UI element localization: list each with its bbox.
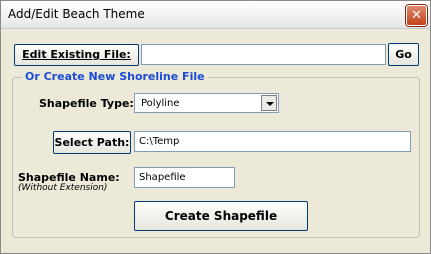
add-edit-beach-theme-dialog: Add/Edit Beach Theme ✕ Edit Existing Fil… bbox=[0, 0, 431, 254]
shapefile-name-input[interactable]: Shapefile bbox=[134, 167, 235, 188]
path-input[interactable]: C:\Temp bbox=[134, 131, 411, 152]
close-icon[interactable]: ✕ bbox=[406, 5, 427, 26]
shapefile-type-select[interactable]: Polyline bbox=[134, 93, 279, 113]
edit-existing-file-button[interactable]: Edit Existing File: bbox=[14, 44, 139, 66]
shapefile-type-value: Polyline bbox=[141, 98, 180, 109]
shapefile-name-sublabel: (Without Extension) bbox=[18, 183, 108, 193]
existing-file-path-input[interactable] bbox=[141, 44, 386, 65]
title-bar[interactable]: Add/Edit Beach Theme ✕ bbox=[1, 1, 430, 29]
go-button[interactable]: Go bbox=[388, 43, 419, 66]
chevron-down-icon[interactable] bbox=[261, 95, 277, 111]
shapefile-type-label: Shapefile Type: bbox=[39, 97, 134, 110]
select-path-button[interactable]: Select Path: bbox=[53, 131, 131, 154]
group-title: Or Create New Shoreline File bbox=[22, 70, 208, 83]
create-shapefile-button[interactable]: Create Shapefile bbox=[134, 201, 308, 231]
window-title: Add/Edit Beach Theme bbox=[8, 7, 145, 21]
